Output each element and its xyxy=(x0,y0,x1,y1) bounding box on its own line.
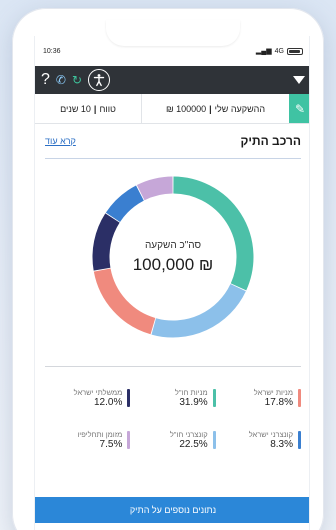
investment-cell: ההשקעה שלי | 100000 ₪ xyxy=(141,94,289,123)
status-indicators: ▂▄▆ 4G xyxy=(256,47,303,55)
chart-legend: מניות ישראל 17.8% מניות חו"ל 31.9% ממשלתי יש… xyxy=(35,388,309,450)
legend-text: מניות ישראל 17.8% xyxy=(254,388,293,408)
legend-swatch xyxy=(298,431,301,449)
investment-label: ההשקעה שלי xyxy=(214,103,266,114)
dropdown-triangle-icon[interactable] xyxy=(293,76,305,84)
read-more-link[interactable]: קרא עוד xyxy=(45,136,76,146)
section-title: הרכב התיק xyxy=(240,134,301,148)
term-cell: טווח | 10 שנים xyxy=(35,94,141,123)
edit-button[interactable]: ✎ xyxy=(289,94,309,123)
legend-percent: 8.3% xyxy=(270,439,293,450)
legend-name: מזומן ותחליפיו xyxy=(77,430,123,439)
legend-text: מניות חו"ל 31.9% xyxy=(175,388,208,408)
legend-item: מניות ישראל 17.8% xyxy=(216,388,301,408)
accessibility-icon[interactable] xyxy=(88,69,111,91)
top-toolbar: ? ✆ ↻ xyxy=(35,66,309,94)
legend-name: קונצרני חו"ל xyxy=(169,430,208,439)
legend-divider xyxy=(45,366,301,367)
help-icon[interactable]: ? xyxy=(41,72,50,88)
legend-swatch xyxy=(127,431,131,449)
status-time: 10:36 xyxy=(43,47,61,55)
refresh-icon[interactable]: ↻ xyxy=(72,73,82,87)
term-value: 10 שנים xyxy=(60,103,91,114)
legend-swatch xyxy=(298,389,301,407)
legend-text: מזומן ותחליפיו 7.5% xyxy=(77,430,122,450)
battery-icon xyxy=(287,47,303,55)
total-investment-value: 100,000 ₪ xyxy=(132,254,214,274)
separator: | xyxy=(93,103,97,114)
donut-center: סה"כ השקעה 100,000 ₪ xyxy=(87,171,259,343)
portfolio-donut-chart: סה"כ השקעה 100,000 ₪ xyxy=(87,171,259,343)
legend-text: קונצרני ישראל 8.3% xyxy=(249,430,293,450)
legend-item: ממשלתי ישראל 12.0% xyxy=(45,388,131,408)
legend-item: מזומן ותחליפיו 7.5% xyxy=(45,430,131,450)
app-screen: 10:36 ▂▄▆ 4G ? ✆ ↻ ✎ ההשקעה שלי | 100000… xyxy=(34,36,310,530)
signal-bars-icon: ▂▄▆ xyxy=(255,48,272,55)
section-divider xyxy=(45,158,301,159)
network-type: 4G xyxy=(274,47,284,55)
total-investment-label: סה"כ השקעה xyxy=(144,239,202,251)
legend-item: קונצרני חו"ל 22.5% xyxy=(130,430,216,450)
pencil-icon: ✎ xyxy=(294,101,306,116)
separator: | xyxy=(209,103,212,114)
phone-frame: 10:36 ▂▄▆ 4G ? ✆ ↻ ✎ ההשקעה שלי | 100000… xyxy=(12,8,324,530)
legend-item: מניות חו"ל 31.9% xyxy=(130,388,216,408)
phone-icon[interactable]: ✆ xyxy=(56,73,66,87)
portfolio-params-row: ✎ ההשקעה שלי | 100000 ₪ טווח | 10 שנים xyxy=(35,94,309,124)
legend-swatch xyxy=(127,389,131,407)
legend-name: קונצרני ישראל xyxy=(248,430,293,439)
term-label: טווח xyxy=(99,103,116,114)
legend-text: קונצרני חו"ל 22.5% xyxy=(170,430,208,450)
legend-name: מניות חו"ל xyxy=(174,388,208,397)
legend-swatch xyxy=(212,389,216,407)
legend-percent: 31.9% xyxy=(179,397,208,408)
legend-text: ממשלתי ישראל 12.0% xyxy=(74,388,123,408)
legend-name: מניות ישראל xyxy=(253,388,293,397)
legend-percent: 7.5% xyxy=(99,439,123,450)
more-portfolio-data-button[interactable]: נתונים נוספים על התיק xyxy=(35,497,309,523)
investment-value: 100000 ₪ xyxy=(165,103,207,114)
legend-percent: 12.0% xyxy=(93,397,123,408)
phone-notch xyxy=(106,20,240,46)
legend-item: קונצרני ישראל 8.3% xyxy=(216,430,301,450)
section-header: הרכב התיק קרא עוד xyxy=(35,124,309,158)
legend-name: ממשלתי ישראל xyxy=(73,388,123,397)
legend-percent: 17.8% xyxy=(264,397,293,408)
legend-percent: 22.5% xyxy=(179,439,208,450)
legend-swatch xyxy=(212,431,216,449)
